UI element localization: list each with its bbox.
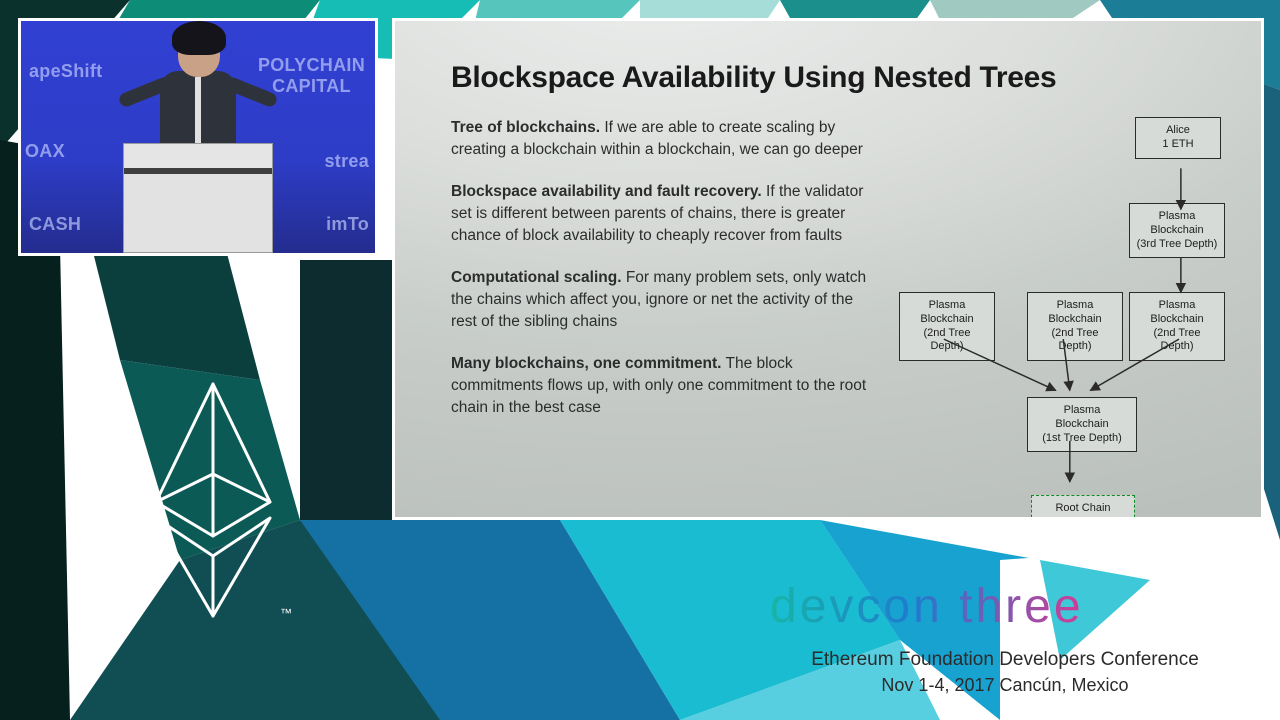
diagram-box-l2c: PlasmaBlockchain(2nd Tree Depth) xyxy=(1129,292,1225,361)
sponsor-streamr: strea xyxy=(324,151,369,172)
diagram-box-l2a: PlasmaBlockchain(2nd Tree Depth) xyxy=(899,292,995,361)
sponsor-polychain: POLYCHAINCAPITAL xyxy=(258,55,365,97)
diagram-box-l3: PlasmaBlockchain(3rd Tree Depth) xyxy=(1129,203,1225,258)
slide-body: Tree of blockchains. If we are able to c… xyxy=(451,117,881,439)
diagram-box-l1: PlasmaBlockchain(1st Tree Depth) xyxy=(1027,397,1137,452)
diagram-box-alice: Alice1 ETH xyxy=(1135,117,1221,159)
ethereum-logo xyxy=(138,380,288,625)
sponsor-oax: OAX xyxy=(25,141,65,162)
event-subtitle: Ethereum Foundation Developers Conferenc… xyxy=(770,649,1240,671)
diagram-box-l2b: PlasmaBlockchain(2nd Tree Depth) xyxy=(1027,292,1123,361)
sponsor-imtoken: imTo xyxy=(326,214,369,235)
nested-tree-diagram: Alice1 ETH PlasmaBlockchain(3rd Tree Dep… xyxy=(899,117,1235,520)
sponsor-shapeshift: apeShift xyxy=(29,61,102,82)
event-block: devcon three Ethereum Foundation Develop… xyxy=(770,574,1240,696)
speaker-pip: POLYCHAINCAPITAL apeShift OAX strea CASH… xyxy=(18,18,378,256)
sponsor-cash: CASH xyxy=(29,214,81,235)
diagram-box-root: Root Chain(e.g. Ethereum) xyxy=(1031,495,1135,520)
svg-text:devcon three: devcon three xyxy=(770,580,1084,633)
slide-title: Blockspace Availability Using Nested Tre… xyxy=(451,61,1235,95)
devcon-three-logo: devcon three xyxy=(770,574,1240,636)
event-dateline: Nov 1-4, 2017 Cancún, Mexico xyxy=(770,675,1240,696)
trademark: ™ xyxy=(280,606,292,620)
presentation-slide: Blockspace Availability Using Nested Tre… xyxy=(392,18,1264,520)
podium xyxy=(123,143,273,253)
